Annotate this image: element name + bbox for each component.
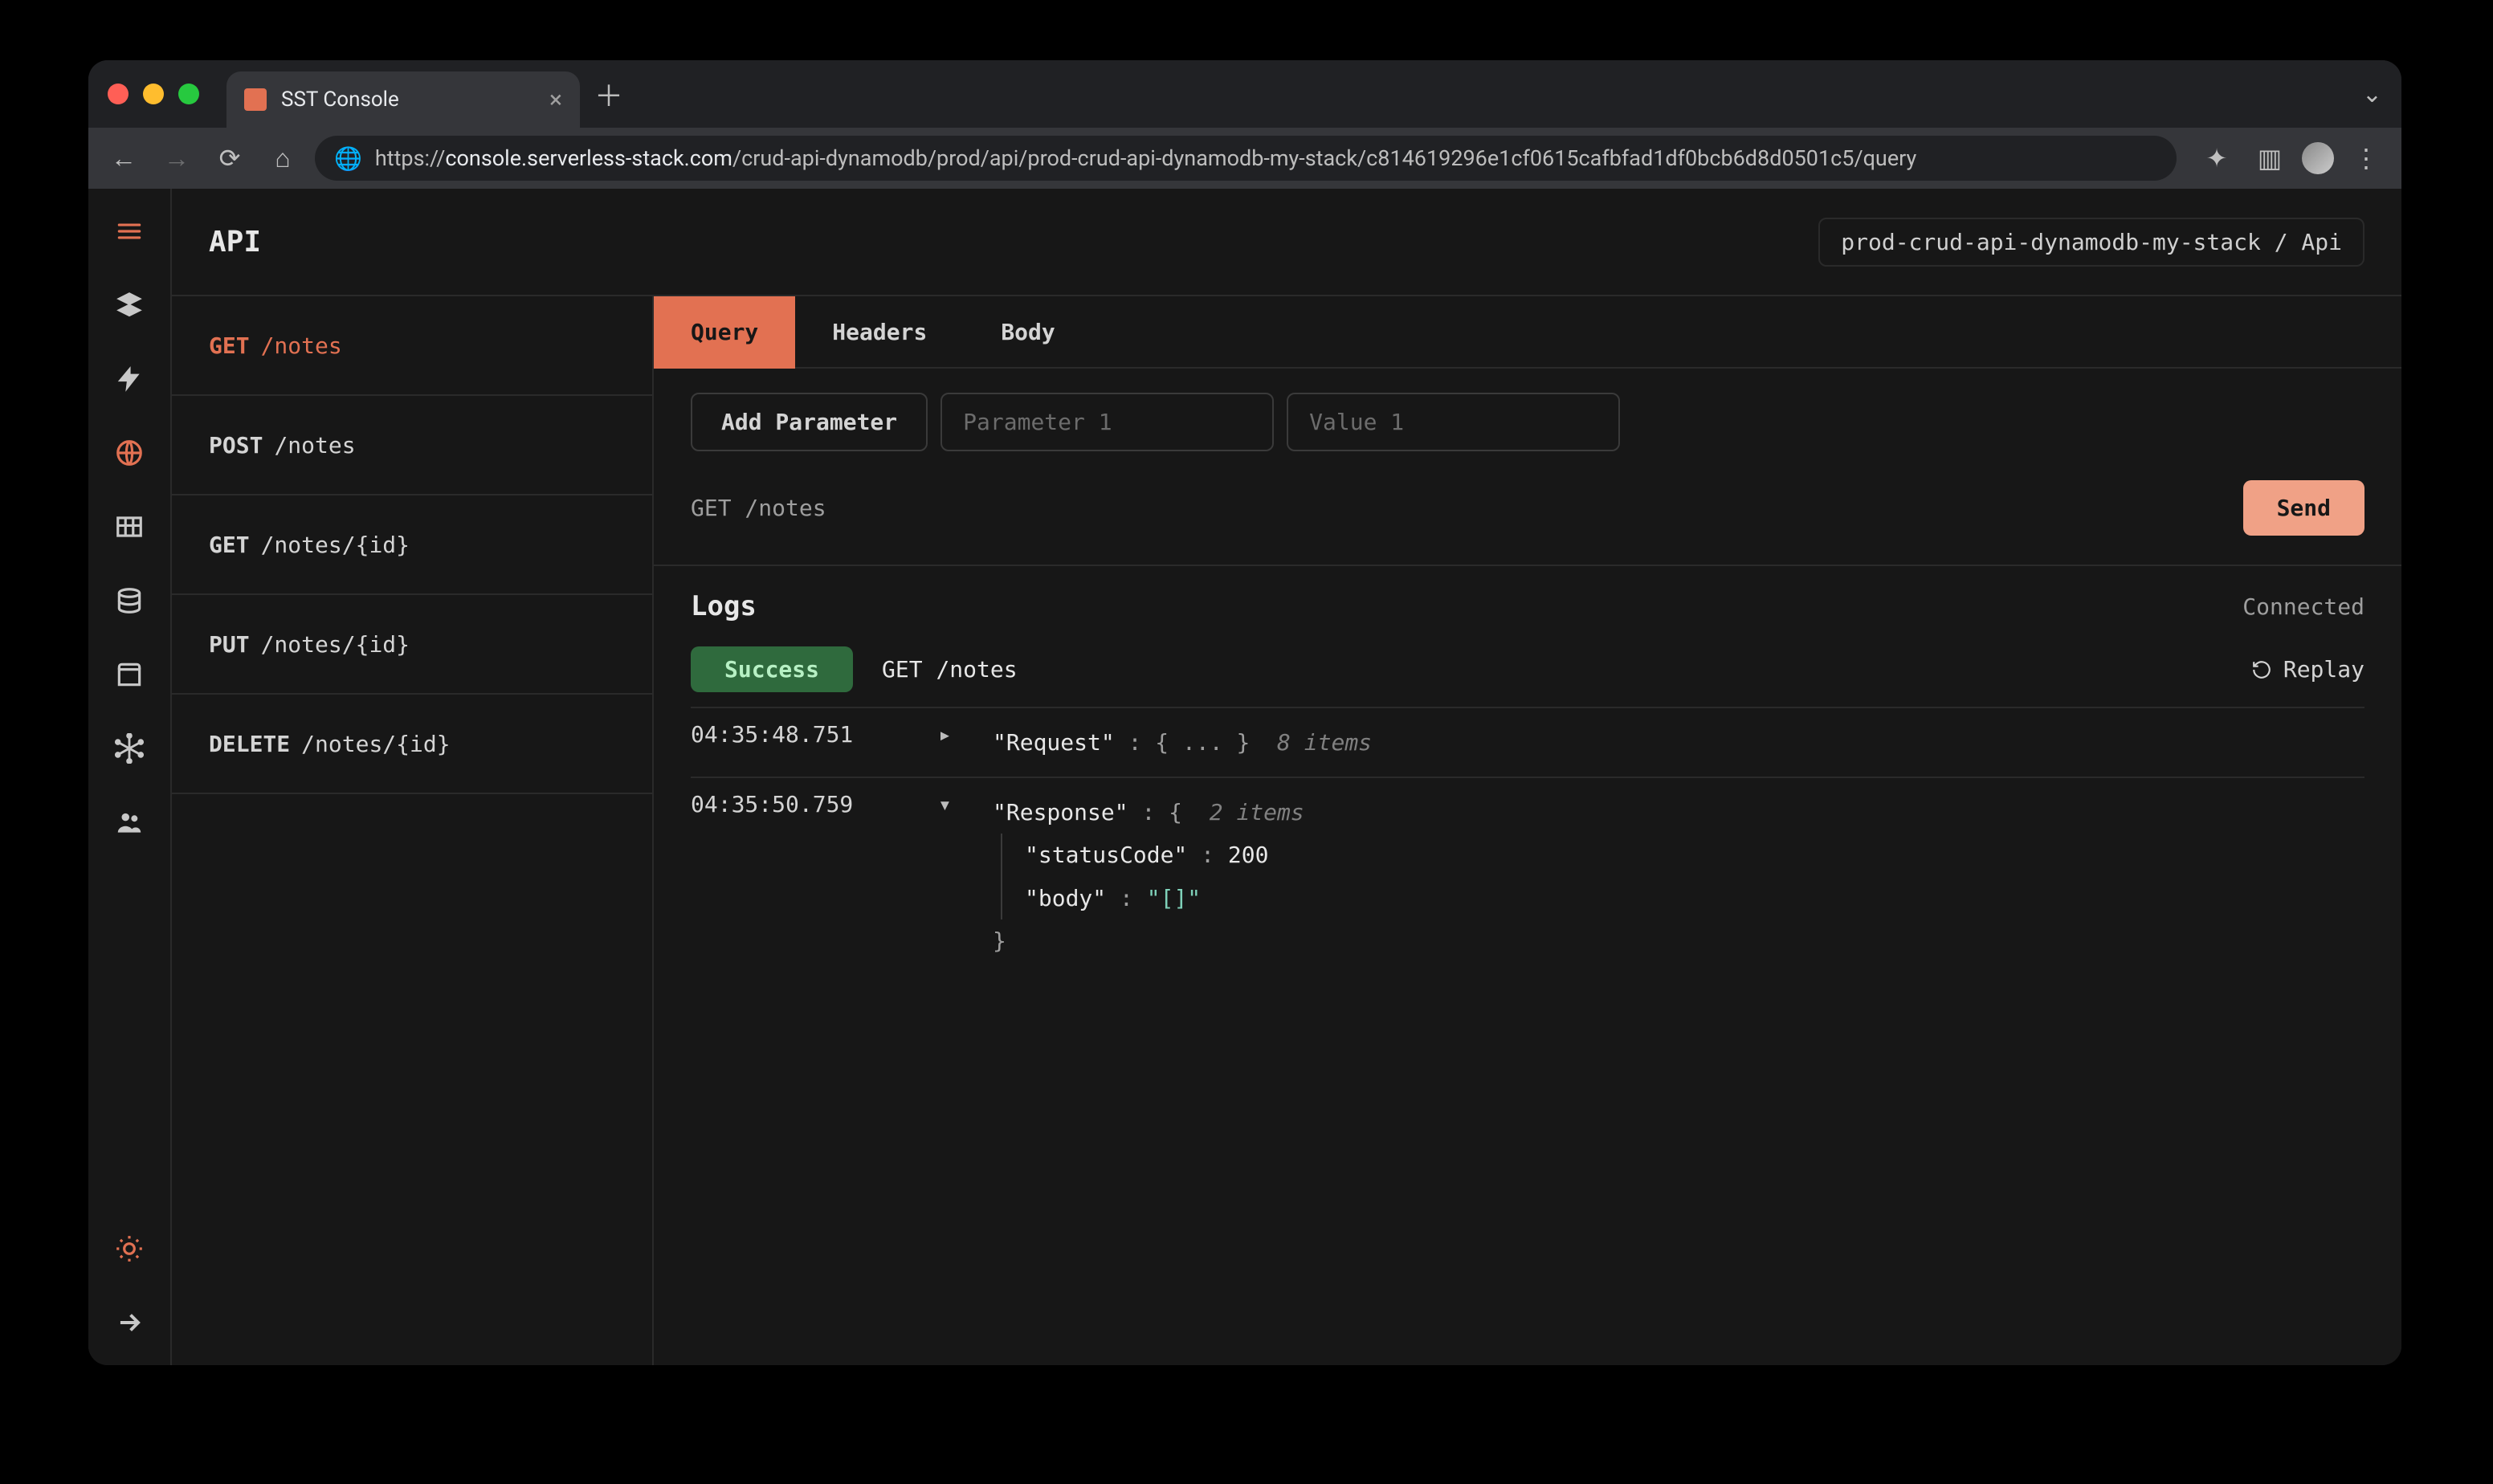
theme-toggle-icon[interactable] [114,1233,145,1264]
route-method: POST [209,432,263,459]
browser-tab[interactable]: SST Console × [226,71,580,128]
route-method: GET [209,332,250,359]
replay-button[interactable]: Replay [2251,656,2364,683]
route-path: /notes [261,332,342,359]
page-header: API prod-crud-api-dynamodb-my-stack / Ap… [172,189,2401,296]
add-parameter-button[interactable]: Add Parameter [691,393,928,451]
browser-titlebar: SST Console × ＋ ⌄ [88,60,2401,128]
route-path: /notes/{id} [261,631,410,658]
extensions-icon[interactable]: ✦ [2196,137,2238,179]
tab-headers[interactable]: Headers [795,296,964,369]
route-item[interactable]: DELETE /notes/{id} [172,695,652,794]
favicon-icon [244,88,267,111]
profile-avatar[interactable] [2302,142,2334,174]
close-window-button[interactable] [108,84,129,104]
url-path: /crud-api-dynamodb/prod/api/prod-crud-ap… [732,145,1916,171]
tables-icon[interactable] [114,512,145,542]
minimize-window-button[interactable] [143,84,164,104]
route-item[interactable]: POST /notes [172,396,652,495]
browser-window: SST Console × ＋ ⌄ ← → ⟳ ⌂ 🌐 https://cons… [88,60,2401,1365]
functions-icon[interactable] [114,364,145,394]
content: API prod-crud-api-dynamodb-my-stack / Ap… [172,189,2401,1365]
route-method: GET [209,532,250,558]
stack-selector[interactable]: prod-crud-api-dynamodb-my-stack / Api [1818,218,2364,267]
log-timestamp: 04:35:50.759 [691,791,900,817]
nav-rail [88,189,172,1365]
caret-down-icon[interactable]: ▾ [938,791,954,817]
request-row: GET /notes Send [654,463,2401,566]
window-controls [108,84,199,104]
route-path: /notes/{id} [261,532,410,558]
tab-query[interactable]: Query [654,296,795,369]
stacks-icon[interactable] [114,290,145,320]
close-tab-icon[interactable]: × [549,86,562,114]
tab-body[interactable]: Body [964,296,1091,369]
logo-icon[interactable] [114,216,145,247]
log-row[interactable]: 04:35:48.751 ▸ "Request" : { ... } 8 ite… [691,707,2364,777]
sidepanel-icon[interactable]: ▥ [2249,137,2291,179]
route-path: /notes [274,432,355,459]
buckets-icon[interactable] [114,659,145,690]
tabs-overflow-icon[interactable]: ⌄ [2362,80,2390,108]
browser-menu-icon[interactable]: ⋮ [2345,137,2387,179]
api-icon[interactable] [114,438,145,468]
graphql-icon[interactable] [114,733,145,764]
url-host: console.serverless-stack.com [445,145,732,171]
collapse-rail-icon[interactable] [114,1307,145,1338]
caret-right-icon[interactable]: ▸ [938,721,954,764]
send-button[interactable]: Send [2243,480,2364,536]
main-panel: Query Headers Body Add Parameter [654,296,2401,1365]
route-path: /notes/{id} [301,731,450,757]
back-button[interactable]: ← [103,137,145,179]
stack-path: prod-crud-api-dynamodb-my-stack / Api [1841,229,2342,255]
logs-title: Logs [691,590,757,622]
request-line: GET /notes [691,495,826,521]
route-method: PUT [209,631,250,658]
route-item[interactable]: GET /notes [172,296,652,396]
logs-panel: Logs Connected Success GET /notes Replay [654,566,2401,975]
request-tabs: Query Headers Body [654,296,2401,369]
forward-button[interactable]: → [156,137,198,179]
route-item[interactable]: GET /notes/{id} [172,495,652,595]
tab-title: SST Console [281,88,399,112]
rds-icon[interactable] [114,585,145,616]
home-button[interactable]: ⌂ [262,137,304,179]
log-row[interactable]: 04:35:50.759 ▾ "Response" : { 2 items [691,777,2364,975]
route-item[interactable]: PUT /notes/{id} [172,595,652,695]
secure-icon: 🌐 [334,145,362,172]
address-bar[interactable]: 🌐 https://console.serverless-stack.com/c… [315,136,2177,181]
param-name-input[interactable] [940,393,1274,451]
log-entry-label: GET /notes [882,656,1018,683]
routes-list: GET /notes POST /notes GET /notes/{id} [172,296,654,1365]
url-prefix: https:// [375,145,446,171]
maximize-window-button[interactable] [178,84,199,104]
browser-toolbar: ← → ⟳ ⌂ 🌐 https://console.serverless-sta… [88,128,2401,189]
app-root: API prod-crud-api-dynamodb-my-stack / Ap… [88,189,2401,1365]
params-row: Add Parameter [654,369,2401,463]
page-title: API [209,226,261,259]
param-value-input[interactable] [1287,393,1620,451]
status-badge: Success [691,646,853,692]
logs-status: Connected [2242,593,2364,620]
cognito-icon[interactable] [114,807,145,838]
new-tab-button[interactable]: ＋ [594,73,623,115]
log-timestamp: 04:35:48.751 [691,721,900,764]
reload-button[interactable]: ⟳ [209,137,251,179]
route-method: DELETE [209,731,290,757]
replay-icon [2251,659,2272,680]
